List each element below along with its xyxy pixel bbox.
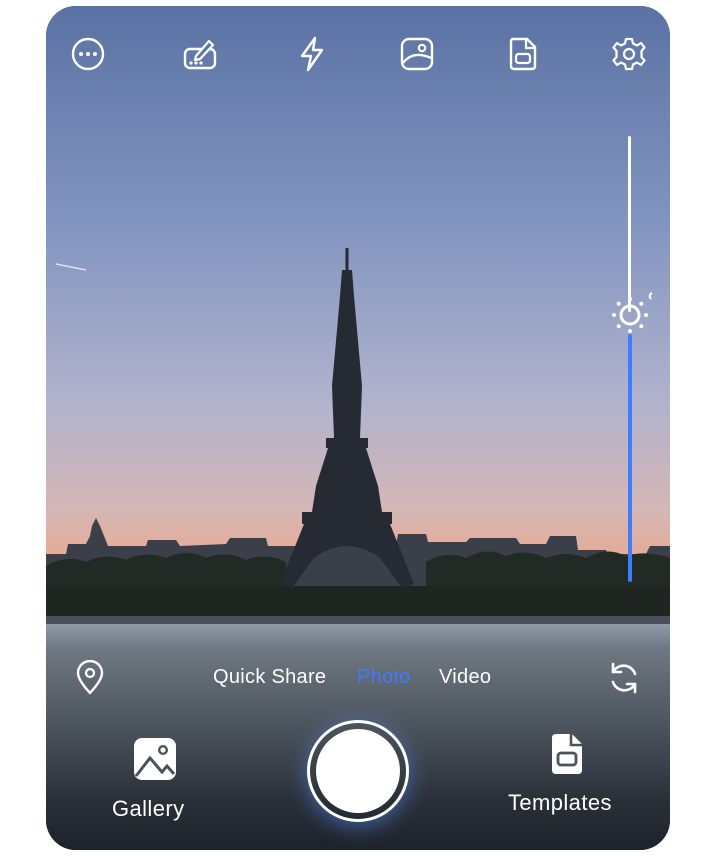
mode-quick-share[interactable]: Quick Share [213, 666, 326, 689]
sun-icon [612, 292, 653, 333]
mode-selector: Quick Share Photo Video [46, 666, 670, 696]
gallery-icon [134, 738, 176, 780]
image-button[interactable] [395, 32, 439, 76]
exposure-track-upper [628, 136, 631, 312]
top-toolbar [46, 32, 670, 78]
document-scan-button[interactable] [501, 32, 545, 76]
document-scan-icon [509, 37, 537, 71]
image-icon [400, 37, 434, 71]
flash-icon [300, 36, 324, 72]
flash-button[interactable] [290, 32, 334, 76]
flip-camera-button[interactable] [606, 660, 642, 696]
signature-icon [183, 39, 217, 70]
camera-flip-icon [611, 662, 637, 694]
shutter-core [316, 729, 400, 813]
templates-icon [552, 734, 582, 774]
templates-button[interactable]: Templates [504, 734, 634, 824]
settings-button[interactable] [607, 32, 651, 76]
settings-gear-icon [612, 37, 646, 71]
shutter-button[interactable] [307, 720, 409, 822]
viewfinder[interactable] [46, 6, 670, 650]
mode-video[interactable]: Video [439, 666, 491, 689]
signature-button[interactable] [178, 32, 222, 76]
more-icon [71, 37, 105, 71]
eiffel-tower-scene [46, 6, 670, 650]
more-button[interactable] [66, 32, 110, 76]
bottom-controls: Quick Share Photo Video Gallery Template… [46, 650, 670, 850]
mode-photo[interactable]: Photo [357, 666, 411, 689]
exposure-slider[interactable] [606, 136, 654, 586]
exposure-handle[interactable] [606, 291, 654, 339]
camera-screen: Quick Share Photo Video Gallery Template… [46, 6, 670, 850]
templates-label: Templates [508, 790, 612, 815]
exposure-track-lower [628, 334, 632, 582]
gallery-button[interactable]: Gallery [102, 738, 206, 828]
gallery-label: Gallery [112, 796, 185, 821]
